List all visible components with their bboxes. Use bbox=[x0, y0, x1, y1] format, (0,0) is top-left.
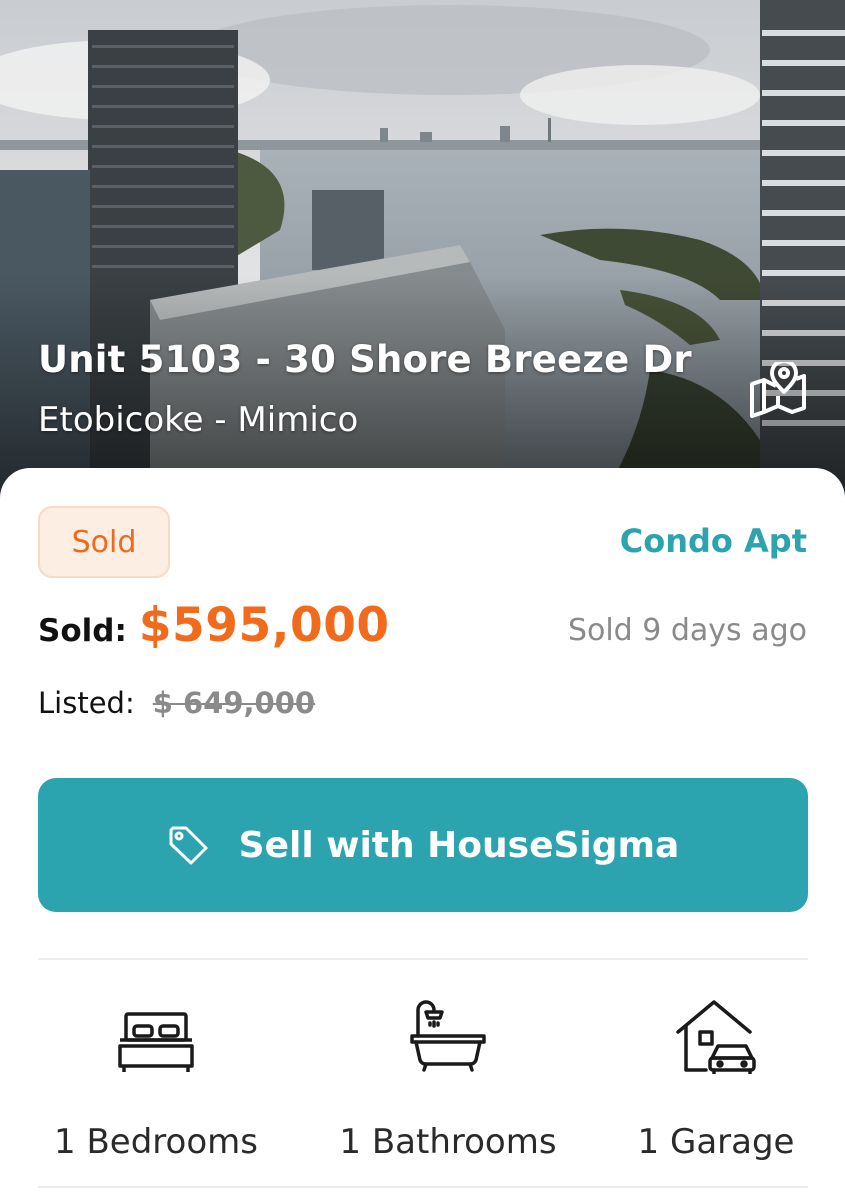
divider bbox=[38, 958, 808, 960]
divider bbox=[38, 1186, 808, 1188]
garage-count: 1 Garage bbox=[637, 1122, 795, 1162]
bathtub-icon bbox=[410, 1000, 486, 1072]
hero-photo: Unit 5103 - 30 Shore Breeze Dr Etobicoke… bbox=[0, 0, 845, 500]
feature-bedrooms: 1 Bedrooms bbox=[46, 994, 266, 1162]
sell-button-label: Sell with HouseSigma bbox=[238, 824, 680, 866]
map-pin-icon bbox=[750, 362, 806, 418]
bed-icon bbox=[118, 1012, 194, 1072]
status-badge: Sold bbox=[38, 506, 170, 578]
listing-neighbourhood: Etobicoke - Mimico bbox=[38, 400, 359, 440]
listed-price: $ 649,000 bbox=[152, 686, 316, 720]
bedrooms-count: 1 Bedrooms bbox=[54, 1122, 258, 1162]
sold-price-row: Sold: $595,000 bbox=[38, 598, 390, 653]
feature-bathrooms: 1 Bathrooms bbox=[326, 994, 570, 1162]
listed-label: Listed: bbox=[38, 686, 135, 720]
listed-price-row: Listed: $ 649,000 bbox=[38, 686, 315, 720]
sold-price: $595,000 bbox=[138, 598, 390, 653]
sold-date: Sold 9 days ago bbox=[567, 613, 807, 648]
sell-with-housesigma-button[interactable]: Sell with HouseSigma bbox=[38, 778, 808, 912]
map-button[interactable] bbox=[746, 360, 810, 420]
property-type: Condo Apt bbox=[619, 522, 807, 560]
tag-icon bbox=[167, 824, 209, 866]
listing-details-card: Sold Condo Apt Sold: $595,000 Sold 9 day… bbox=[0, 468, 845, 1200]
sold-label: Sold: bbox=[38, 613, 127, 649]
feature-garage: 1 Garage bbox=[626, 994, 806, 1162]
bathrooms-count: 1 Bathrooms bbox=[339, 1122, 557, 1162]
garage-icon bbox=[676, 1000, 756, 1074]
listing-address: Unit 5103 - 30 Shore Breeze Dr bbox=[38, 338, 692, 381]
